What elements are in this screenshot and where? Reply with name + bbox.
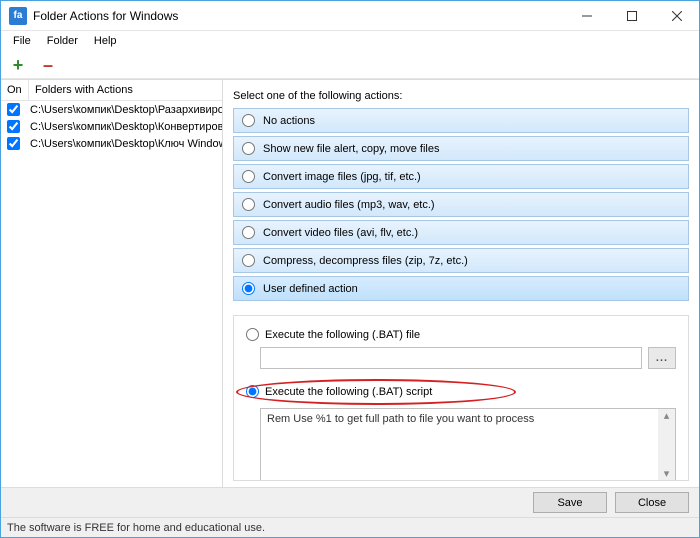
scroll-down-icon[interactable]: ▾ [664, 467, 670, 480]
action-option[interactable]: Convert audio files (mp3, wav, etc.) [233, 192, 689, 217]
column-on[interactable]: On [1, 80, 29, 100]
bat-script-option[interactable]: Execute the following (.BAT) script [246, 385, 676, 398]
scroll-corner [658, 480, 675, 481]
maximize-button[interactable] [609, 1, 654, 30]
browse-button[interactable]: ... [648, 347, 676, 369]
bat-script-label: Execute the following (.BAT) script [265, 386, 432, 398]
scroll-up-icon[interactable]: ▴ [664, 409, 670, 422]
bat-file-option[interactable]: Execute the following (.BAT) file [246, 328, 676, 341]
action-label: Convert video files (avi, flv, etc.) [263, 227, 418, 239]
bat-file-input[interactable] [260, 347, 642, 369]
folder-row[interactable]: C:\Users\компик\Desktop\Ключ Windows [1, 135, 222, 152]
action-label: Convert image files (jpg, tif, etc.) [263, 171, 421, 183]
close-dialog-button[interactable]: Close [615, 492, 689, 513]
action-label: User defined action [263, 283, 358, 295]
menu-folder[interactable]: Folder [39, 33, 86, 49]
action-label: Show new file alert, copy, move files [263, 143, 439, 155]
toolbar: + – [1, 51, 699, 79]
action-radio[interactable] [242, 198, 255, 211]
save-button[interactable]: Save [533, 492, 607, 513]
action-radio[interactable] [242, 254, 255, 267]
action-label: No actions [263, 115, 315, 127]
menu-help[interactable]: Help [86, 33, 125, 49]
folder-checkbox[interactable] [7, 103, 20, 116]
folder-list-panel: On Folders with Actions C:\Users\компик\… [1, 80, 223, 487]
folder-path: C:\Users\компик\Desktop\Разархивировать [30, 104, 222, 116]
column-folders[interactable]: Folders with Actions [29, 80, 222, 100]
action-radio[interactable] [242, 226, 255, 239]
menu-file[interactable]: File [5, 33, 39, 49]
actions-panel: Select one of the following actions: No … [223, 80, 699, 487]
action-option[interactable]: Convert video files (avi, flv, etc.) [233, 220, 689, 245]
action-radio[interactable] [242, 114, 255, 127]
action-option[interactable]: No actions [233, 108, 689, 133]
titlebar: fa Folder Actions for Windows [1, 1, 699, 31]
menubar: File Folder Help [1, 31, 699, 51]
bat-script-textarea[interactable]: Rem Use %1 to get full path to file you … [260, 408, 676, 481]
action-radio[interactable] [242, 282, 255, 295]
folder-row[interactable]: C:\Users\компик\Desktop\Разархивировать [1, 101, 222, 118]
close-button[interactable] [654, 1, 699, 30]
user-defined-subpanel: Execute the following (.BAT) file ... Ex… [233, 315, 689, 481]
minimize-button[interactable] [564, 1, 609, 30]
action-label: Convert audio files (mp3, wav, etc.) [263, 199, 435, 211]
window-title: Folder Actions for Windows [33, 9, 564, 23]
folder-row[interactable]: C:\Users\компик\Desktop\Конвертировть в … [1, 118, 222, 135]
vertical-scrollbar[interactable]: ▴▾ [658, 409, 675, 480]
action-option[interactable]: Compress, decompress files (zip, 7z, etc… [233, 248, 689, 273]
bat-script-radio[interactable] [246, 385, 259, 398]
script-text: Rem Use %1 to get full path to file you … [267, 413, 534, 425]
action-option[interactable]: Show new file alert, copy, move files [233, 136, 689, 161]
remove-folder-button[interactable]: – [39, 56, 57, 74]
bat-file-radio[interactable] [246, 328, 259, 341]
action-radio[interactable] [242, 170, 255, 183]
folder-path: C:\Users\компик\Desktop\Ключ Windows [30, 138, 222, 150]
action-label: Compress, decompress files (zip, 7z, etc… [263, 255, 468, 267]
bat-file-label: Execute the following (.BAT) file [265, 329, 420, 341]
add-folder-button[interactable]: + [9, 56, 27, 74]
button-bar: Save Close [1, 487, 699, 517]
status-text: The software is FREE for home and educat… [7, 522, 265, 534]
horizontal-scrollbar[interactable]: ◂▸ [261, 480, 658, 481]
folder-checkbox[interactable] [7, 137, 20, 150]
app-icon: fa [9, 7, 27, 25]
action-radio[interactable] [242, 142, 255, 155]
folder-path: C:\Users\компик\Desktop\Конвертировть в … [30, 121, 222, 133]
folder-checkbox[interactable] [7, 120, 20, 133]
action-option[interactable]: Convert image files (jpg, tif, etc.) [233, 164, 689, 189]
action-option[interactable]: User defined action [233, 276, 689, 301]
statusbar: The software is FREE for home and educat… [1, 517, 699, 537]
select-action-label: Select one of the following actions: [233, 86, 689, 108]
